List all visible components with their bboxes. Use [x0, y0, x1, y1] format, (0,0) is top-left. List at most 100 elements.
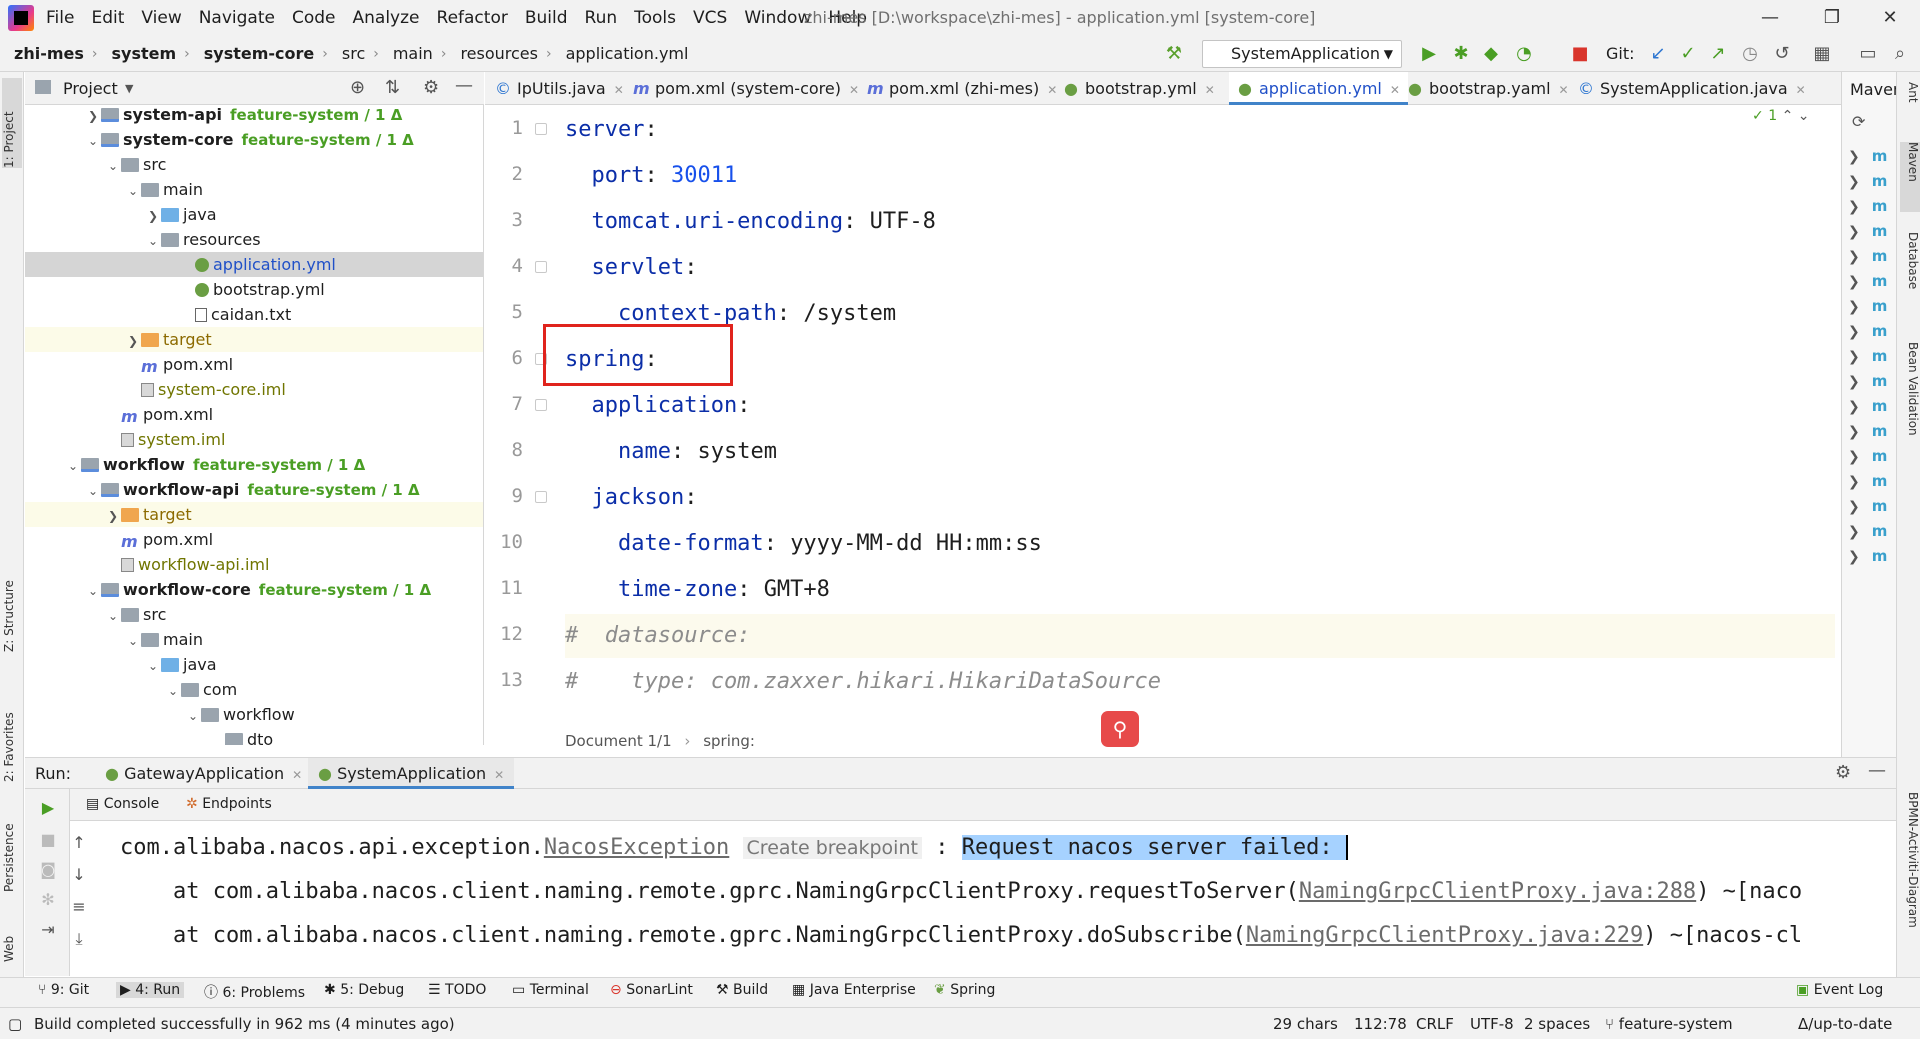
stacktrace-link[interactable]: NamingGrpcClientProxy.java:288 [1299, 879, 1696, 904]
tool-event-log[interactable]: ▣ Event Log [1796, 982, 1883, 998]
subtab-endpoints[interactable]: ✲ Endpoints [180, 789, 278, 820]
coverage-icon[interactable]: ◆ [1481, 44, 1501, 64]
chevron-down-icon[interactable]: ⌄ [105, 604, 121, 629]
chevron-right-icon[interactable]: ❯ [125, 329, 141, 354]
profile-icon[interactable]: ◔ [1514, 44, 1534, 64]
inspection-widget[interactable]: ✓ 1 ⌃ ⌄ [1752, 108, 1809, 124]
close-tab-icon[interactable]: ✕ [614, 83, 624, 97]
tool-tab-structure[interactable]: Z: Structure [2, 552, 22, 652]
breadcrumb-project[interactable]: zhi-mes [14, 44, 84, 63]
chevron-down-icon[interactable]: ⌄ [65, 454, 81, 479]
tree-item-workflow-core[interactable]: ⌄ workflow-core feature-system / 1 Δ [25, 577, 483, 602]
status-message[interactable]: Build completed successfully in 962 ms (… [34, 1015, 455, 1033]
menu-view[interactable]: View [141, 8, 181, 28]
tree-item-bootstrap-yml[interactable]: bootstrap.yml [25, 277, 483, 302]
chevron-down-icon[interactable]: ⌄ [185, 704, 201, 729]
console-output[interactable]: com.alibaba.nacos.api.exception.NacosExc… [100, 822, 1896, 976]
close-tab-icon[interactable]: ✕ [1559, 83, 1569, 97]
menu-vcs[interactable]: VCS [693, 8, 727, 28]
tree-item-caidan-txt[interactable]: caidan.txt [25, 302, 483, 327]
create-breakpoint-hint[interactable]: Create breakpoint [742, 837, 922, 859]
caret-position[interactable]: 112:78 [1354, 1015, 1407, 1033]
menu-edit[interactable]: Edit [91, 8, 124, 28]
hide-icon[interactable]: — [1868, 760, 1886, 781]
rollback-icon[interactable]: ↺ [1772, 44, 1792, 64]
tree-item-src[interactable]: ⌄ src [25, 602, 483, 629]
tool-tab-favorites[interactable]: 2: Favorites [2, 682, 22, 782]
breadcrumb-src[interactable]: src [342, 44, 365, 63]
tree-item-system-core[interactable]: ⌄ system-core feature-system / 1 Δ [25, 127, 483, 152]
maven-project-item[interactable]: ❯ m [1848, 497, 1887, 515]
maven-project-item[interactable]: ❯ m [1848, 272, 1887, 290]
tool-build[interactable]: ⚒ Build [716, 982, 768, 998]
maven-project-item[interactable]: ❯ m [1848, 422, 1887, 440]
maven-project-item[interactable]: ❯ m [1848, 347, 1887, 365]
tool-tab-bpmn-diagram[interactable]: BPMN-Activiti-Diagram [1900, 792, 1920, 982]
tab-application-yml[interactable]: ● application.yml ✕ [1229, 72, 1408, 105]
chevron-right-icon[interactable]: ❯ [85, 105, 101, 129]
chevron-down-icon[interactable]: ⌄ [125, 179, 141, 204]
tool-todo[interactable]: ☰ TODO [428, 982, 486, 998]
restore-icon[interactable]: ❐ [1812, 4, 1852, 32]
tree-item-dto[interactable]: dto [25, 727, 483, 745]
hide-icon[interactable]: — [455, 75, 473, 96]
tab-systemapplication-java[interactable]: © SystemApplication.java ✕ [1578, 72, 1806, 105]
tool-tab-database[interactable]: Database [1900, 232, 1920, 312]
exception-link[interactable]: NacosException [544, 835, 729, 860]
maven-project-item[interactable]: ❯ m [1848, 297, 1887, 315]
search-everywhere-icon[interactable]: ⌕ [1890, 44, 1910, 64]
maven-project-item[interactable]: ❯ m [1848, 372, 1887, 390]
stacktrace-link[interactable]: NamingGrpcClientProxy.java:229 [1246, 923, 1643, 948]
scroll-up-icon[interactable]: ↑ [68, 832, 90, 854]
tool-debug[interactable]: ✱ 5: Debug [324, 982, 404, 998]
exit-icon[interactable]: ⇥ [37, 919, 59, 941]
debug-icon[interactable]: ✱ [1451, 44, 1471, 64]
breadcrumb-system-core[interactable]: system-core [204, 44, 315, 63]
menu-build[interactable]: Build [525, 8, 568, 28]
run-configuration-selector[interactable]: SystemApplication ▼ [1202, 40, 1402, 68]
close-tab-icon[interactable]: ✕ [494, 768, 504, 782]
chevron-down-icon[interactable]: ⌄ [145, 229, 161, 254]
rerun-icon[interactable]: ▶ [37, 797, 59, 819]
tool-run[interactable]: ▶ 4: Run [116, 982, 185, 998]
chevron-down-icon[interactable]: ▼ [125, 82, 133, 95]
close-tab-icon[interactable]: ✕ [1390, 83, 1400, 97]
breadcrumb-main[interactable]: main [393, 44, 433, 63]
git-push-icon[interactable]: ↗ [1708, 44, 1728, 64]
tree-item-pom-xml[interactable]: m pom.xml [25, 527, 483, 552]
menu-window[interactable]: Window [744, 8, 811, 28]
menu-tools[interactable]: Tools [634, 8, 676, 28]
gear-icon[interactable]: ⚙ [423, 77, 439, 98]
tool-tab-project[interactable]: 1: Project [2, 78, 22, 168]
camera-icon[interactable]: ◙ [37, 859, 59, 881]
history-icon[interactable]: ◷ [1740, 44, 1760, 64]
subtab-console[interactable]: ▤ Console [80, 789, 165, 820]
line-separator[interactable]: CRLF [1416, 1015, 1454, 1033]
tree-item-system-api[interactable]: ❯ system-api feature-system / 1 Δ [25, 105, 483, 129]
tab-bootstrap-yaml[interactable]: ● bootstrap.yaml ✕ [1407, 72, 1569, 105]
tree-item-workflow[interactable]: ⌄ workflow feature-system / 1 Δ [25, 452, 483, 479]
fold-icon[interactable] [535, 491, 547, 503]
scroll-to-end-icon[interactable]: ⤓ [68, 928, 90, 950]
tool-terminal[interactable]: ▭ Terminal [512, 982, 589, 998]
tree-item-target[interactable]: ❯ target [25, 502, 483, 527]
tool-git[interactable]: ⑂ 9: Git [38, 982, 89, 998]
tool-sonarlint[interactable]: ⊖ SonarLint [610, 982, 693, 998]
tree-item-target[interactable]: ❯ target [25, 327, 483, 354]
tool-tab-maven[interactable]: Maven [1900, 142, 1920, 212]
fold-icon[interactable] [535, 399, 547, 411]
tree-item-com[interactable]: ⌄ com [25, 677, 483, 704]
chevron-down-icon[interactable]: ⌄ [165, 679, 181, 704]
breadcrumb-resources[interactable]: resources [460, 44, 538, 63]
chevron-up-icon[interactable]: ⌃ [1782, 108, 1794, 124]
menu-code[interactable]: Code [292, 8, 336, 28]
breadcrumb-file[interactable]: application.yml [566, 44, 689, 63]
run-tab-systemapplication[interactable]: ● SystemApplication ✕ [308, 758, 515, 789]
scroll-down-icon[interactable]: ↓ [68, 864, 90, 886]
tab-pom-system-core[interactable]: m pom.xml (system-core) ✕ [633, 72, 859, 105]
git-update-icon[interactable]: ↙ [1648, 44, 1668, 64]
fold-icon[interactable] [535, 261, 547, 273]
chevron-right-icon[interactable]: ❯ [145, 204, 161, 229]
breadcrumb-document[interactable]: Document 1/1 [565, 732, 672, 750]
stop-icon[interactable]: ■ [37, 829, 59, 851]
